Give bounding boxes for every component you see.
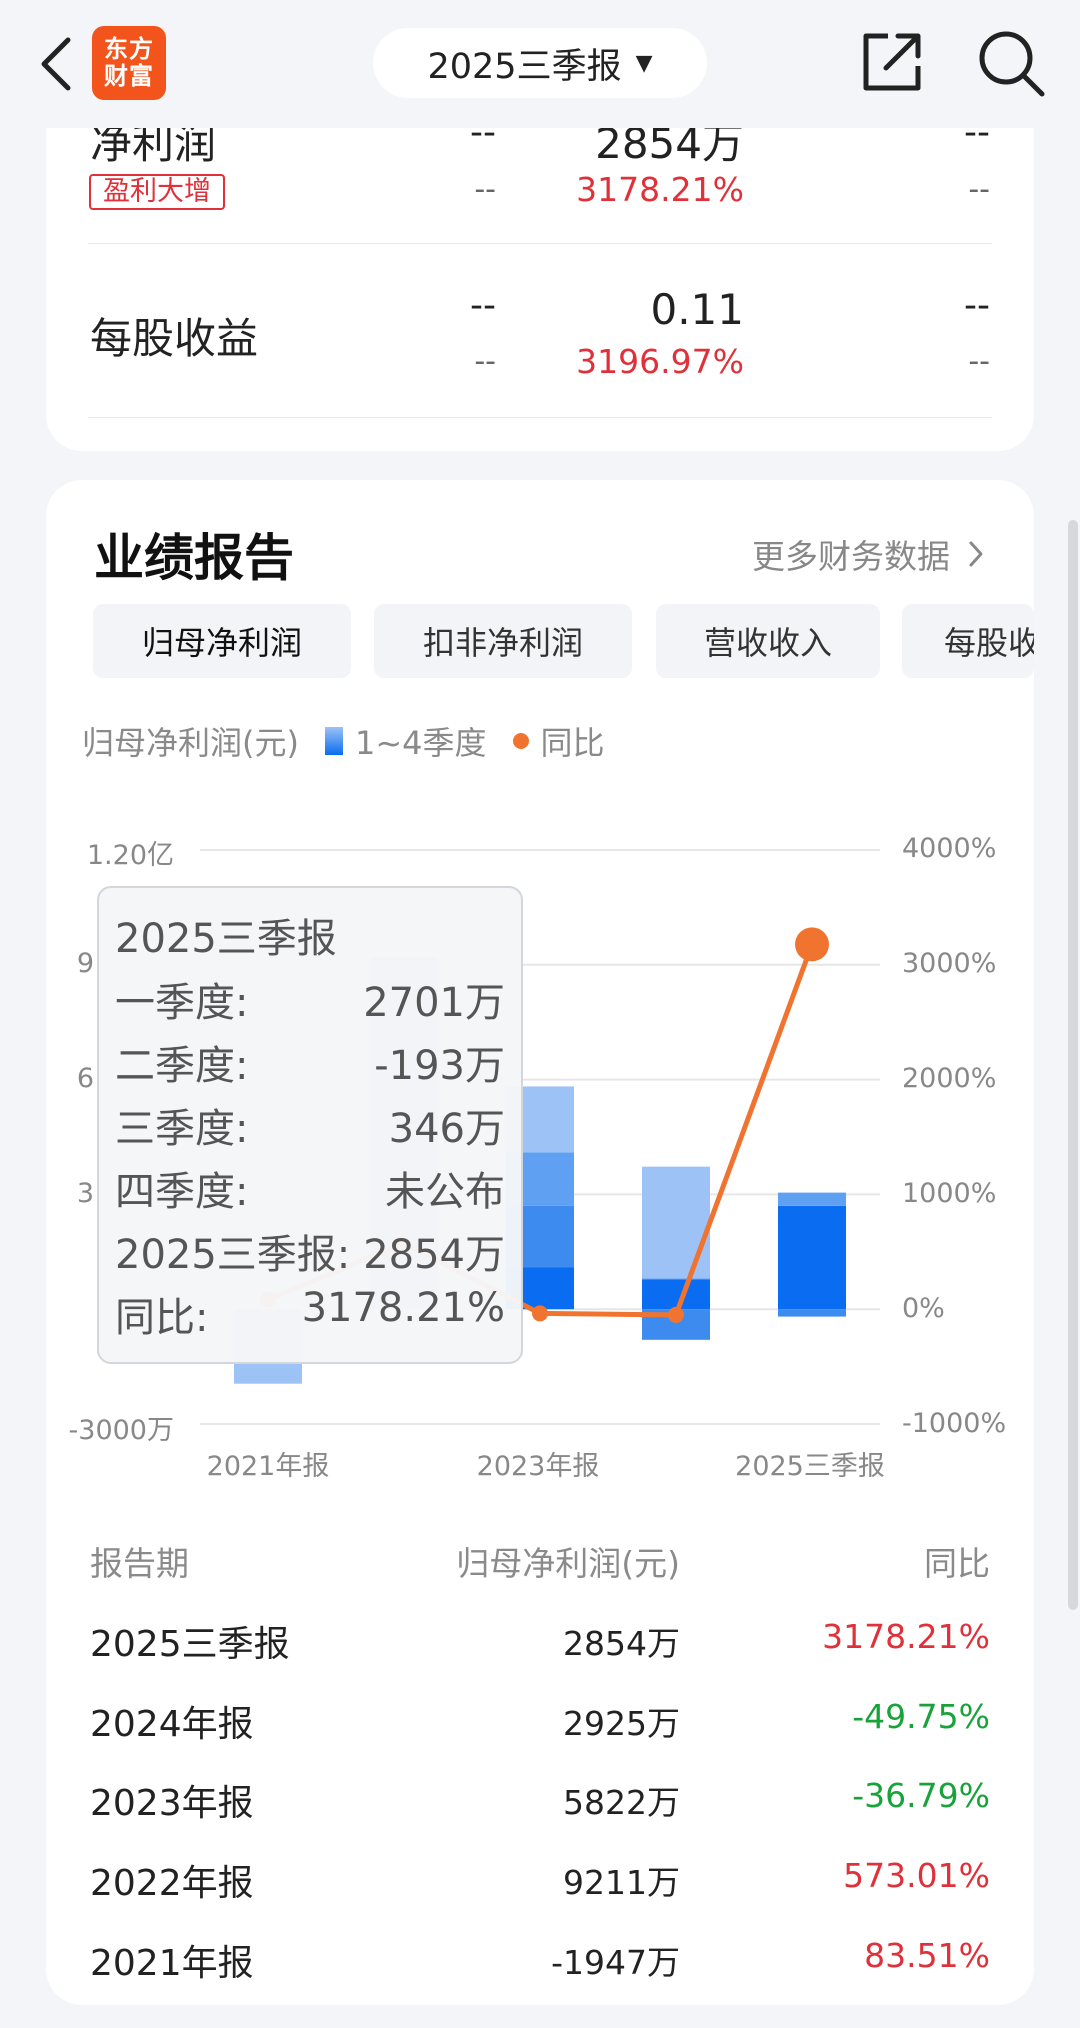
yoy-point	[795, 927, 829, 962]
table-row-period: 2025三季报	[90, 1624, 290, 1665]
table-row-yoy: 83.51%	[864, 1936, 990, 1975]
line-legend-icon	[512, 733, 529, 749]
table-row-value: -1947万	[551, 1943, 680, 1982]
chevron-right-icon	[969, 541, 983, 567]
scrollbar[interactable]	[1068, 520, 1078, 1610]
table-row-yoy: 3178.21%	[822, 1617, 990, 1656]
tooltip-label: 一季度:	[115, 980, 249, 1026]
eps-yoy: 3196.97%	[576, 342, 744, 381]
table-row-yoy: 573.01%	[843, 1856, 990, 1895]
table-row-value: 2925万	[563, 1704, 680, 1743]
profit-increase-tag: 盈利大增	[89, 174, 225, 210]
tooltip-title: 2025三季报	[115, 916, 337, 962]
section-title: 业绩报告	[94, 529, 294, 587]
table-row-period: 2023年报	[90, 1783, 254, 1824]
tooltip-value: 未公布	[385, 1169, 505, 1215]
tooltip-row: 同比: 3178.21%	[115, 1285, 505, 1343]
table-row-period: 2022年报	[90, 1863, 254, 1904]
eps-col1: --	[470, 285, 496, 326]
chart-tooltip: 2025三季报 一季度: 2701万 二季度: -193万 三季度: 346万 四季度…	[97, 886, 523, 1364]
bar-segment	[778, 1205, 846, 1310]
more-label: 更多财务数据	[752, 537, 950, 576]
divider	[88, 243, 992, 244]
tooltip-label: 三季度:	[115, 1106, 249, 1152]
period-label: 2025三季报	[427, 46, 622, 87]
eps-value: 0.11	[650, 285, 744, 334]
x-axis-label: 2021年报	[206, 1451, 330, 1482]
eps-col1-sub: --	[474, 344, 496, 379]
tooltip-label: 同比:	[115, 1295, 209, 1341]
tab-revenue[interactable]: 营收收入	[656, 604, 880, 678]
eps-label: 每股收益	[90, 314, 259, 363]
period-selector[interactable]: 2025三季报 ▼	[373, 28, 707, 98]
back-icon[interactable]	[38, 34, 74, 94]
x-axis-label: 2023年报	[476, 1451, 600, 1482]
logo-line-1: 东方	[104, 35, 154, 63]
tooltip-label: 2025三季报:	[115, 1232, 351, 1278]
tab-parent-net-profit[interactable]: 归母净利润	[93, 604, 351, 678]
tooltip-row: 2025三季报: 2854万	[115, 1222, 505, 1280]
table-row-value: 5822万	[563, 1783, 680, 1822]
table-row-value: 9211万	[563, 1863, 680, 1902]
eps-col3-sub: --	[968, 344, 990, 379]
tooltip-row: 四季度: 未公布	[115, 1159, 505, 1217]
tab-eps[interactable]: 每股收	[902, 604, 1034, 678]
legend-line-label: 同比	[540, 724, 605, 762]
yoy-point	[532, 1305, 548, 1322]
tooltip-value: -193万	[374, 1043, 505, 1089]
tooltip-label: 二季度:	[115, 1043, 249, 1089]
tooltip-value: 346万	[388, 1106, 505, 1152]
table-header-yoy: 同比	[924, 1544, 990, 1583]
logo-line-2: 财富	[104, 62, 154, 90]
chart-legend: 归母净利润(元) 1~4季度 同比	[82, 718, 605, 764]
x-axis-label: 2025三季报	[735, 1451, 885, 1482]
table-row-yoy: -36.79%	[852, 1776, 990, 1815]
divider	[88, 417, 992, 418]
top-navigation-bar: 东方 财富 2025三季报 ▼	[0, 0, 1080, 128]
app-logo[interactable]: 东方 财富	[92, 26, 166, 100]
table-header-period: 报告期	[90, 1544, 189, 1583]
tooltip-row: 一季度: 2701万	[115, 970, 505, 1028]
tooltip-value: 2701万	[363, 980, 505, 1026]
legend-series-label: 归母净利润(元)	[82, 724, 299, 762]
bar-segment	[778, 1309, 846, 1317]
bar-legend-icon	[324, 727, 343, 755]
bar-segment	[642, 1278, 710, 1280]
tooltip-label: 四季度:	[115, 1169, 249, 1215]
table-row-value: 2854万	[563, 1624, 680, 1663]
table-row-period: 2024年报	[90, 1704, 254, 1745]
table-row-period: 2021年报	[90, 1943, 254, 1984]
tab-deducted-net-profit[interactable]: 扣非净利润	[374, 604, 632, 678]
tooltip-row: 三季度: 346万	[115, 1096, 505, 1154]
caret-down-icon: ▼	[635, 50, 653, 76]
bar-segment	[778, 1192, 846, 1206]
eps-col3: --	[964, 285, 990, 326]
tooltip-value: 3178.21%	[301, 1285, 505, 1331]
net-profit-yoy: 3178.21%	[576, 170, 744, 209]
yoy-point	[668, 1306, 684, 1323]
tooltip-value: 2854万	[363, 1232, 505, 1278]
table-row-yoy: -49.75%	[852, 1697, 990, 1736]
bar-segment	[642, 1278, 710, 1310]
legend-bar-label: 1~4季度	[354, 724, 487, 762]
net-profit-col1-sub: --	[474, 172, 496, 207]
share-icon[interactable]	[858, 28, 926, 96]
net-profit-col3-sub: --	[968, 172, 990, 207]
tooltip-row: 二季度: -193万	[115, 1033, 505, 1091]
search-icon[interactable]	[976, 28, 1046, 98]
table-header-value: 归母净利润(元)	[456, 1544, 680, 1583]
more-financial-data-link[interactable]: 更多财务数据	[752, 530, 986, 578]
bar-segment	[642, 1166, 710, 1279]
